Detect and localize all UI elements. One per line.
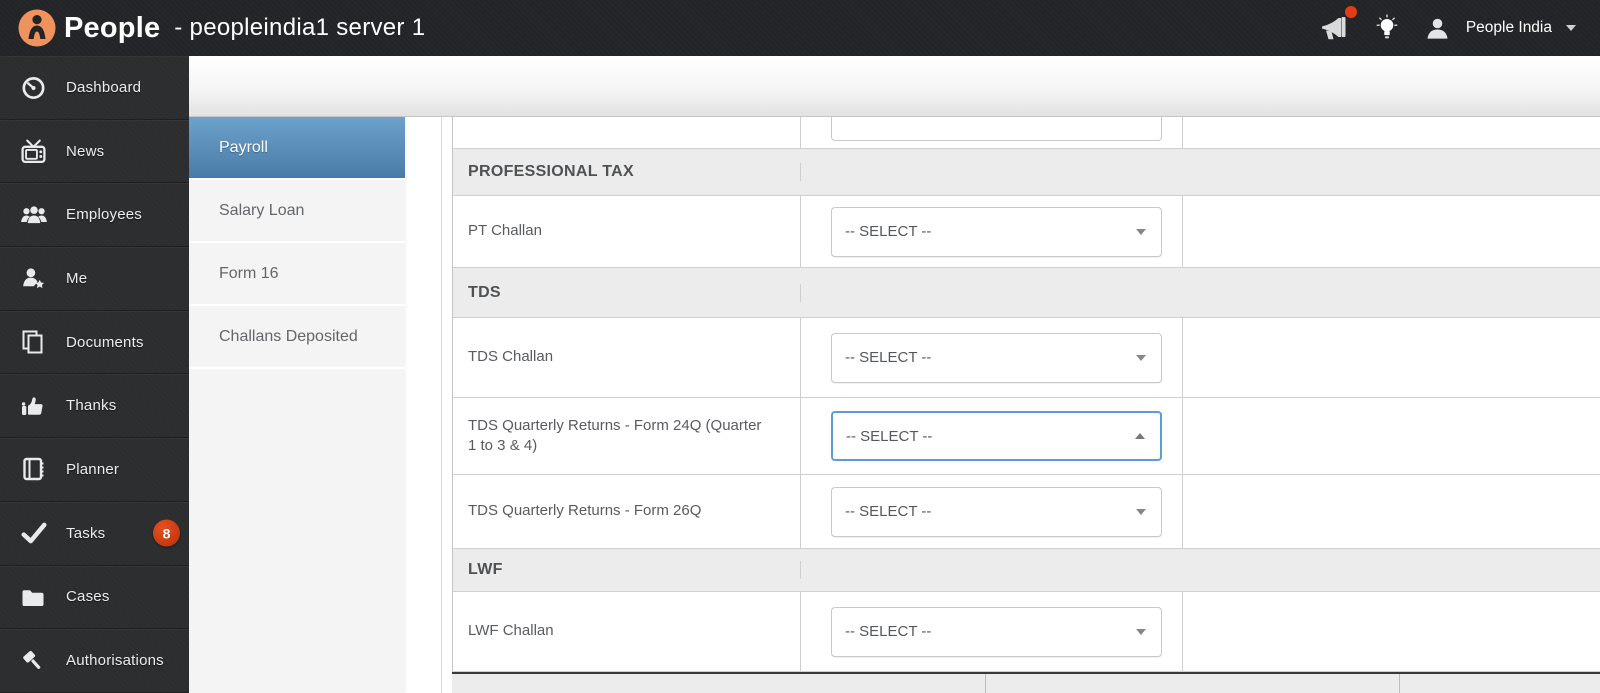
user-name[interactable]: People India [1466, 19, 1552, 37]
caret-up-icon [1135, 433, 1145, 439]
tds-24q-select[interactable]: -- SELECT -- [831, 411, 1162, 461]
megaphone-icon [1321, 17, 1346, 40]
sidebar-item-dashboard[interactable]: Dashboard [0, 56, 189, 120]
tasks-count-badge: 8 [153, 519, 180, 547]
documents-icon [20, 328, 48, 356]
sidebar: Dashboard News Employees Me Documents Th… [0, 56, 189, 693]
table-row-partial [453, 117, 1600, 149]
thanks-icon [20, 392, 48, 420]
app-screen: People - peopleindia1 server 1 People In… [0, 0, 1600, 693]
announcements-icon[interactable] [1319, 6, 1357, 41]
pt-challan-select[interactable]: -- SELECT -- [831, 206, 1162, 257]
field-label: TDS Quarterly Returns - Form 24Q (Quarte… [468, 416, 762, 454]
user-avatar-icon[interactable] [1425, 17, 1450, 40]
section-header-row: TDS [453, 268, 1600, 318]
user-menu-caret-icon[interactable] [1566, 25, 1576, 31]
next-table-cutoff [452, 672, 1600, 693]
payroll-submenu: Payroll Salary Loan Form 16 Challans Dep… [189, 117, 405, 693]
field-label: TDS Quarterly Returns - Form 26Q [468, 502, 702, 520]
sidebar-item-planner[interactable]: Planner [0, 438, 189, 502]
notification-dot [1344, 6, 1357, 18]
table-row-tds-challan: TDS Challan -- SELECT -- [453, 318, 1600, 398]
section-header-row: PROFESSIONAL TAX [453, 149, 1600, 196]
tds-26q-select[interactable]: -- SELECT -- [831, 486, 1162, 537]
sidebar-item-cases[interactable]: Cases [0, 566, 189, 630]
section-title: LWF [468, 561, 503, 578]
person-icon [1427, 18, 1448, 39]
ideas-icon[interactable] [1375, 14, 1399, 42]
field-label: PT Challan [468, 222, 542, 240]
cases-icon [20, 583, 48, 611]
brand-title: People [64, 11, 161, 44]
table-row-tds-26q: TDS Quarterly Returns - Form 26Q -- SELE… [453, 475, 1600, 549]
section-header-row: LWF [453, 549, 1600, 592]
submenu-item-salary-loan[interactable]: Salary Loan [189, 180, 405, 243]
server-label: - peopleindia1 server 1 [174, 14, 426, 41]
sidebar-item-tasks[interactable]: Tasks 8 [0, 502, 189, 566]
tds-challan-select[interactable]: -- SELECT -- [831, 332, 1162, 383]
sidebar-item-news[interactable]: News [0, 120, 189, 184]
employees-icon [20, 201, 48, 229]
content-header-strip [189, 56, 1600, 117]
people-logo-icon [18, 9, 56, 47]
news-icon [20, 137, 48, 165]
table-row-lwf-challan: LWF Challan -- SELECT -- [453, 592, 1600, 672]
sidebar-item-employees[interactable]: Employees [0, 183, 189, 248]
submenu-item-form-16[interactable]: Form 16 [189, 243, 405, 306]
section-title: TDS [468, 283, 501, 301]
planner-icon [20, 455, 48, 483]
caret-down-icon [1136, 508, 1146, 515]
lightbulb-icon [1376, 14, 1398, 39]
table-row-pt-challan: PT Challan -- SELECT -- [453, 196, 1600, 268]
section-title: PROFESSIONAL TAX [468, 163, 635, 180]
caret-down-icon [1136, 228, 1146, 235]
topbar-right-cluster: People India [1319, 0, 1576, 56]
me-icon [20, 264, 48, 292]
caret-down-icon [1136, 354, 1146, 361]
field-label: TDS Challan [468, 348, 554, 366]
lwf-challan-select[interactable]: -- SELECT -- [831, 606, 1162, 657]
submenu-item-challans-deposited[interactable]: Challans Deposited [189, 306, 405, 369]
submenu-item-payroll[interactable]: Payroll [189, 117, 405, 180]
sidebar-item-thanks[interactable]: Thanks [0, 374, 189, 439]
content-scroll-divider [441, 117, 442, 693]
field-label: LWF Challan [468, 622, 554, 640]
sidebar-item-me[interactable]: Me [0, 247, 189, 311]
table-row-tds-24q: TDS Quarterly Returns - Form 24Q (Quarte… [453, 398, 1600, 475]
select-dropdown-cutoff[interactable] [831, 117, 1162, 141]
caret-down-icon [1136, 628, 1146, 635]
challans-form-table: PROFESSIONAL TAX PT Challan -- SELECT --… [452, 117, 1600, 672]
dashboard-icon [20, 73, 48, 101]
topbar: People - peopleindia1 server 1 People In… [0, 0, 1600, 56]
authorisations-icon [20, 647, 48, 675]
tasks-icon [20, 519, 48, 547]
sidebar-item-authorisations[interactable]: Authorisations [0, 629, 189, 693]
sidebar-item-documents[interactable]: Documents [0, 311, 189, 375]
